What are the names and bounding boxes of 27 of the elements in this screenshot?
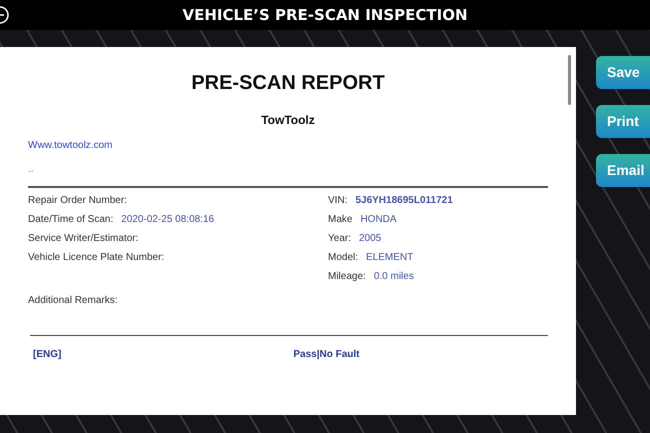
save-button[interactable]: Save bbox=[596, 56, 650, 89]
report-title: PRE-SCAN REPORT bbox=[191, 71, 385, 96]
field-label: Vehicle Licence Plate Number: bbox=[28, 251, 164, 265]
field-label: Date/Time of Scan: bbox=[28, 213, 114, 227]
note-text: .. bbox=[28, 164, 34, 175]
website-link[interactable]: Www.towtoolz.com bbox=[28, 140, 112, 151]
field-label: Year: bbox=[328, 232, 351, 246]
email-button[interactable]: Email bbox=[596, 154, 650, 187]
company-name: TowToolz bbox=[261, 112, 315, 129]
field-value: 5J6YH18695L011721 bbox=[355, 194, 453, 208]
field-value: 2005 bbox=[358, 232, 382, 246]
remarks-label: Additional Remarks: bbox=[28, 295, 118, 306]
field-value: 0.0 miles bbox=[374, 270, 414, 284]
field-label: Repair Order Number: bbox=[28, 194, 127, 208]
field-label: Make bbox=[328, 213, 352, 227]
scrollbar[interactable] bbox=[568, 55, 571, 105]
field-value: ELEMENT bbox=[366, 251, 414, 265]
result-status: Pass|No Fault bbox=[293, 348, 360, 362]
field-label: VIN: bbox=[328, 194, 348, 208]
field-label: Mileage: bbox=[328, 270, 366, 284]
field-value: 2020-02-25 08:08:16 bbox=[121, 213, 214, 227]
screen-title: VEHICLE’S PRE-SCAN INSPECTION bbox=[182, 6, 468, 24]
print-button[interactable]: Print bbox=[596, 105, 650, 138]
field-label: Service Writer/Estimator: bbox=[28, 232, 138, 246]
field-label: Model: bbox=[328, 251, 358, 265]
system-code: [ENG] bbox=[33, 348, 62, 362]
field-value: HONDA bbox=[360, 213, 397, 227]
